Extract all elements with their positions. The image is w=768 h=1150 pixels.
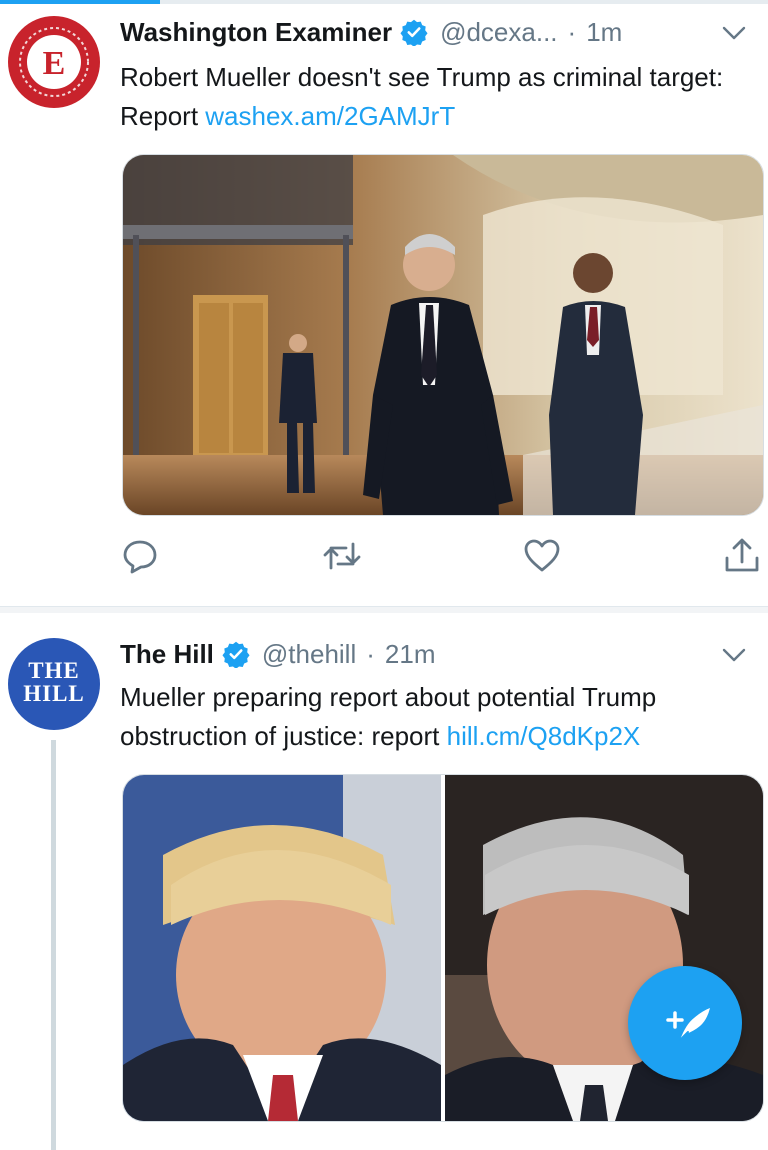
washington-examiner-logo-icon: E: [19, 27, 89, 97]
separator-dot: ·: [366, 638, 375, 669]
chevron-down-icon[interactable]: [722, 648, 746, 662]
tweet-actions: [0, 536, 768, 580]
separator-dot: ·: [567, 16, 577, 47]
verified-badge-icon: [222, 641, 250, 668]
author-name[interactable]: Washington Examiner: [120, 17, 392, 48]
thread-line: [51, 740, 56, 1150]
timestamp: 21m: [384, 638, 436, 669]
share-icon[interactable]: [722, 536, 762, 576]
like-icon[interactable]: [522, 536, 562, 576]
tweet-header: Washington Examiner @dcexa... · 1m: [120, 14, 622, 50]
tweet-header: The Hill @thehill · 21m: [120, 636, 435, 672]
tweet-text: Mueller preparing report about potential…: [120, 678, 765, 756]
tweet-washington-examiner[interactable]: E Washington Examiner @dcexa... · 1m Rob…: [0, 0, 768, 608]
author-handle[interactable]: @thehill: [262, 639, 356, 670]
verified-badge-icon: [400, 19, 428, 46]
avatar[interactable]: E: [8, 16, 100, 108]
retweet-icon[interactable]: [322, 536, 362, 576]
avatar-text-line1: THE: [28, 658, 80, 683]
avatar-text-line2: HILL: [23, 681, 85, 706]
tweet-photo[interactable]: [122, 154, 764, 516]
hallway-photo-image: [123, 155, 763, 515]
reply-icon[interactable]: [120, 536, 160, 576]
tweet-link[interactable]: hill.cm/Q8dKp2X: [447, 721, 641, 751]
compose-feather-icon: [666, 1008, 710, 1041]
tweet-link[interactable]: washex.am/2GAMJrT: [205, 101, 455, 131]
timestamp: 1m: [586, 16, 623, 47]
compose-tweet-button[interactable]: [628, 966, 742, 1080]
svg-text:E: E: [43, 45, 66, 82]
author-handle[interactable]: @dcexa...: [440, 17, 557, 48]
avatar[interactable]: THE HILL: [8, 638, 100, 730]
tweet-text: Robert Mueller doesn't see Trump as crim…: [120, 58, 765, 136]
chevron-down-icon[interactable]: [722, 26, 746, 40]
author-name[interactable]: The Hill: [120, 639, 214, 670]
